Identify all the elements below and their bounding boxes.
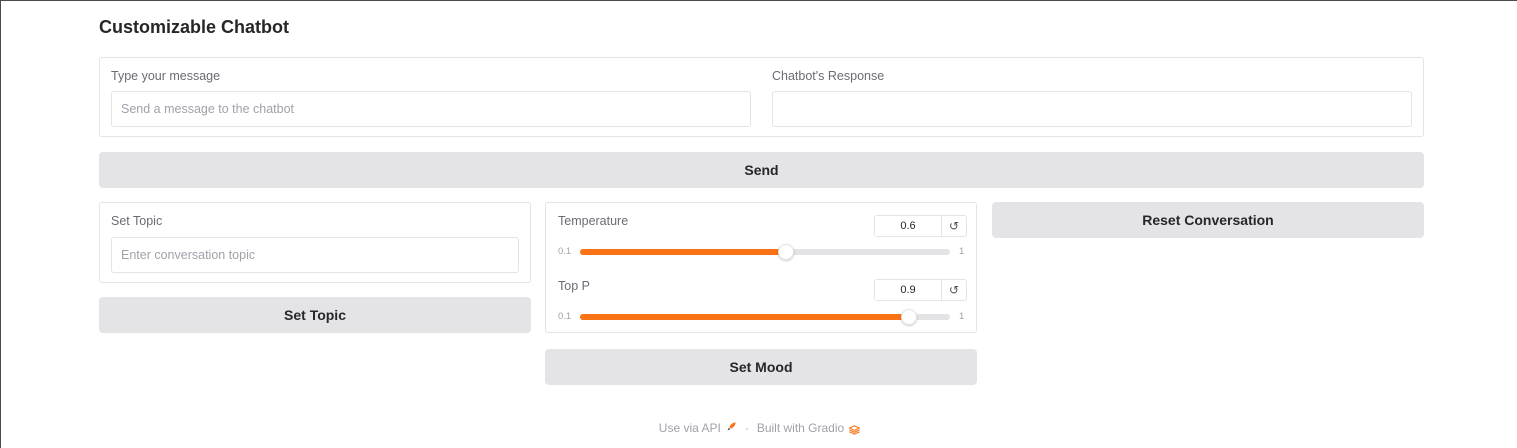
temperature-slider-fill <box>580 249 786 255</box>
top-p-slider-fill <box>580 314 909 320</box>
set-mood-button[interactable]: Set Mood <box>545 349 977 385</box>
top-p-reset-icon[interactable]: ↺ <box>942 280 966 300</box>
mood-panel: Temperature ↺ 0.1 1 Top P ↺ 0.1 1 <box>545 202 977 333</box>
response-output[interactable] <box>772 91 1412 127</box>
topic-label: Set Topic <box>111 214 163 228</box>
top-p-max-label: 1 <box>959 311 965 322</box>
message-input[interactable] <box>111 91 751 127</box>
response-label: Chatbot's Response <box>772 69 885 83</box>
page-title: Customizable Chatbot <box>99 17 290 37</box>
top-p-label: Top P <box>558 279 590 293</box>
reset-conversation-button[interactable]: Reset Conversation <box>992 202 1424 238</box>
top-p-number-box: ↺ <box>874 279 967 301</box>
built-with-gradio-label: Built with Gradio <box>756 421 845 435</box>
temperature-number-box: ↺ <box>874 215 967 237</box>
send-button[interactable]: Send <box>99 152 1424 188</box>
top-p-min-label: 0.1 <box>558 311 572 322</box>
temperature-max-label: 1 <box>959 246 965 257</box>
temperature-label: Temperature <box>558 214 629 228</box>
topic-panel: Set Topic <box>99 202 531 283</box>
built-with-gradio-link[interactable]: Built with Gradio <box>756 421 862 435</box>
footer: Use via API · Built with Gradio <box>1 421 1517 435</box>
temperature-slider-track[interactable] <box>580 244 950 260</box>
message-label: Type your message <box>111 69 221 83</box>
temperature-number-input[interactable] <box>875 216 942 236</box>
gradio-logo-icon <box>848 424 862 435</box>
app-window: Customizable Chatbot Type your message C… <box>0 0 1517 448</box>
set-topic-button[interactable]: Set Topic <box>99 297 531 333</box>
chat-panel: Type your message Chatbot's Response <box>99 57 1424 137</box>
temperature-reset-icon[interactable]: ↺ <box>942 216 966 236</box>
use-via-api-link[interactable]: Use via API <box>659 421 737 435</box>
temperature-slider-thumb[interactable] <box>777 244 794 260</box>
top-p-slider-thumb[interactable] <box>900 309 917 325</box>
rocket-icon <box>726 421 737 435</box>
footer-separator: · <box>744 421 749 435</box>
top-p-slider-track[interactable] <box>580 309 950 325</box>
use-via-api-label: Use via API <box>658 421 721 435</box>
top-p-number-input[interactable] <box>875 280 942 300</box>
topic-input[interactable] <box>111 237 519 273</box>
temperature-min-label: 0.1 <box>558 246 572 257</box>
